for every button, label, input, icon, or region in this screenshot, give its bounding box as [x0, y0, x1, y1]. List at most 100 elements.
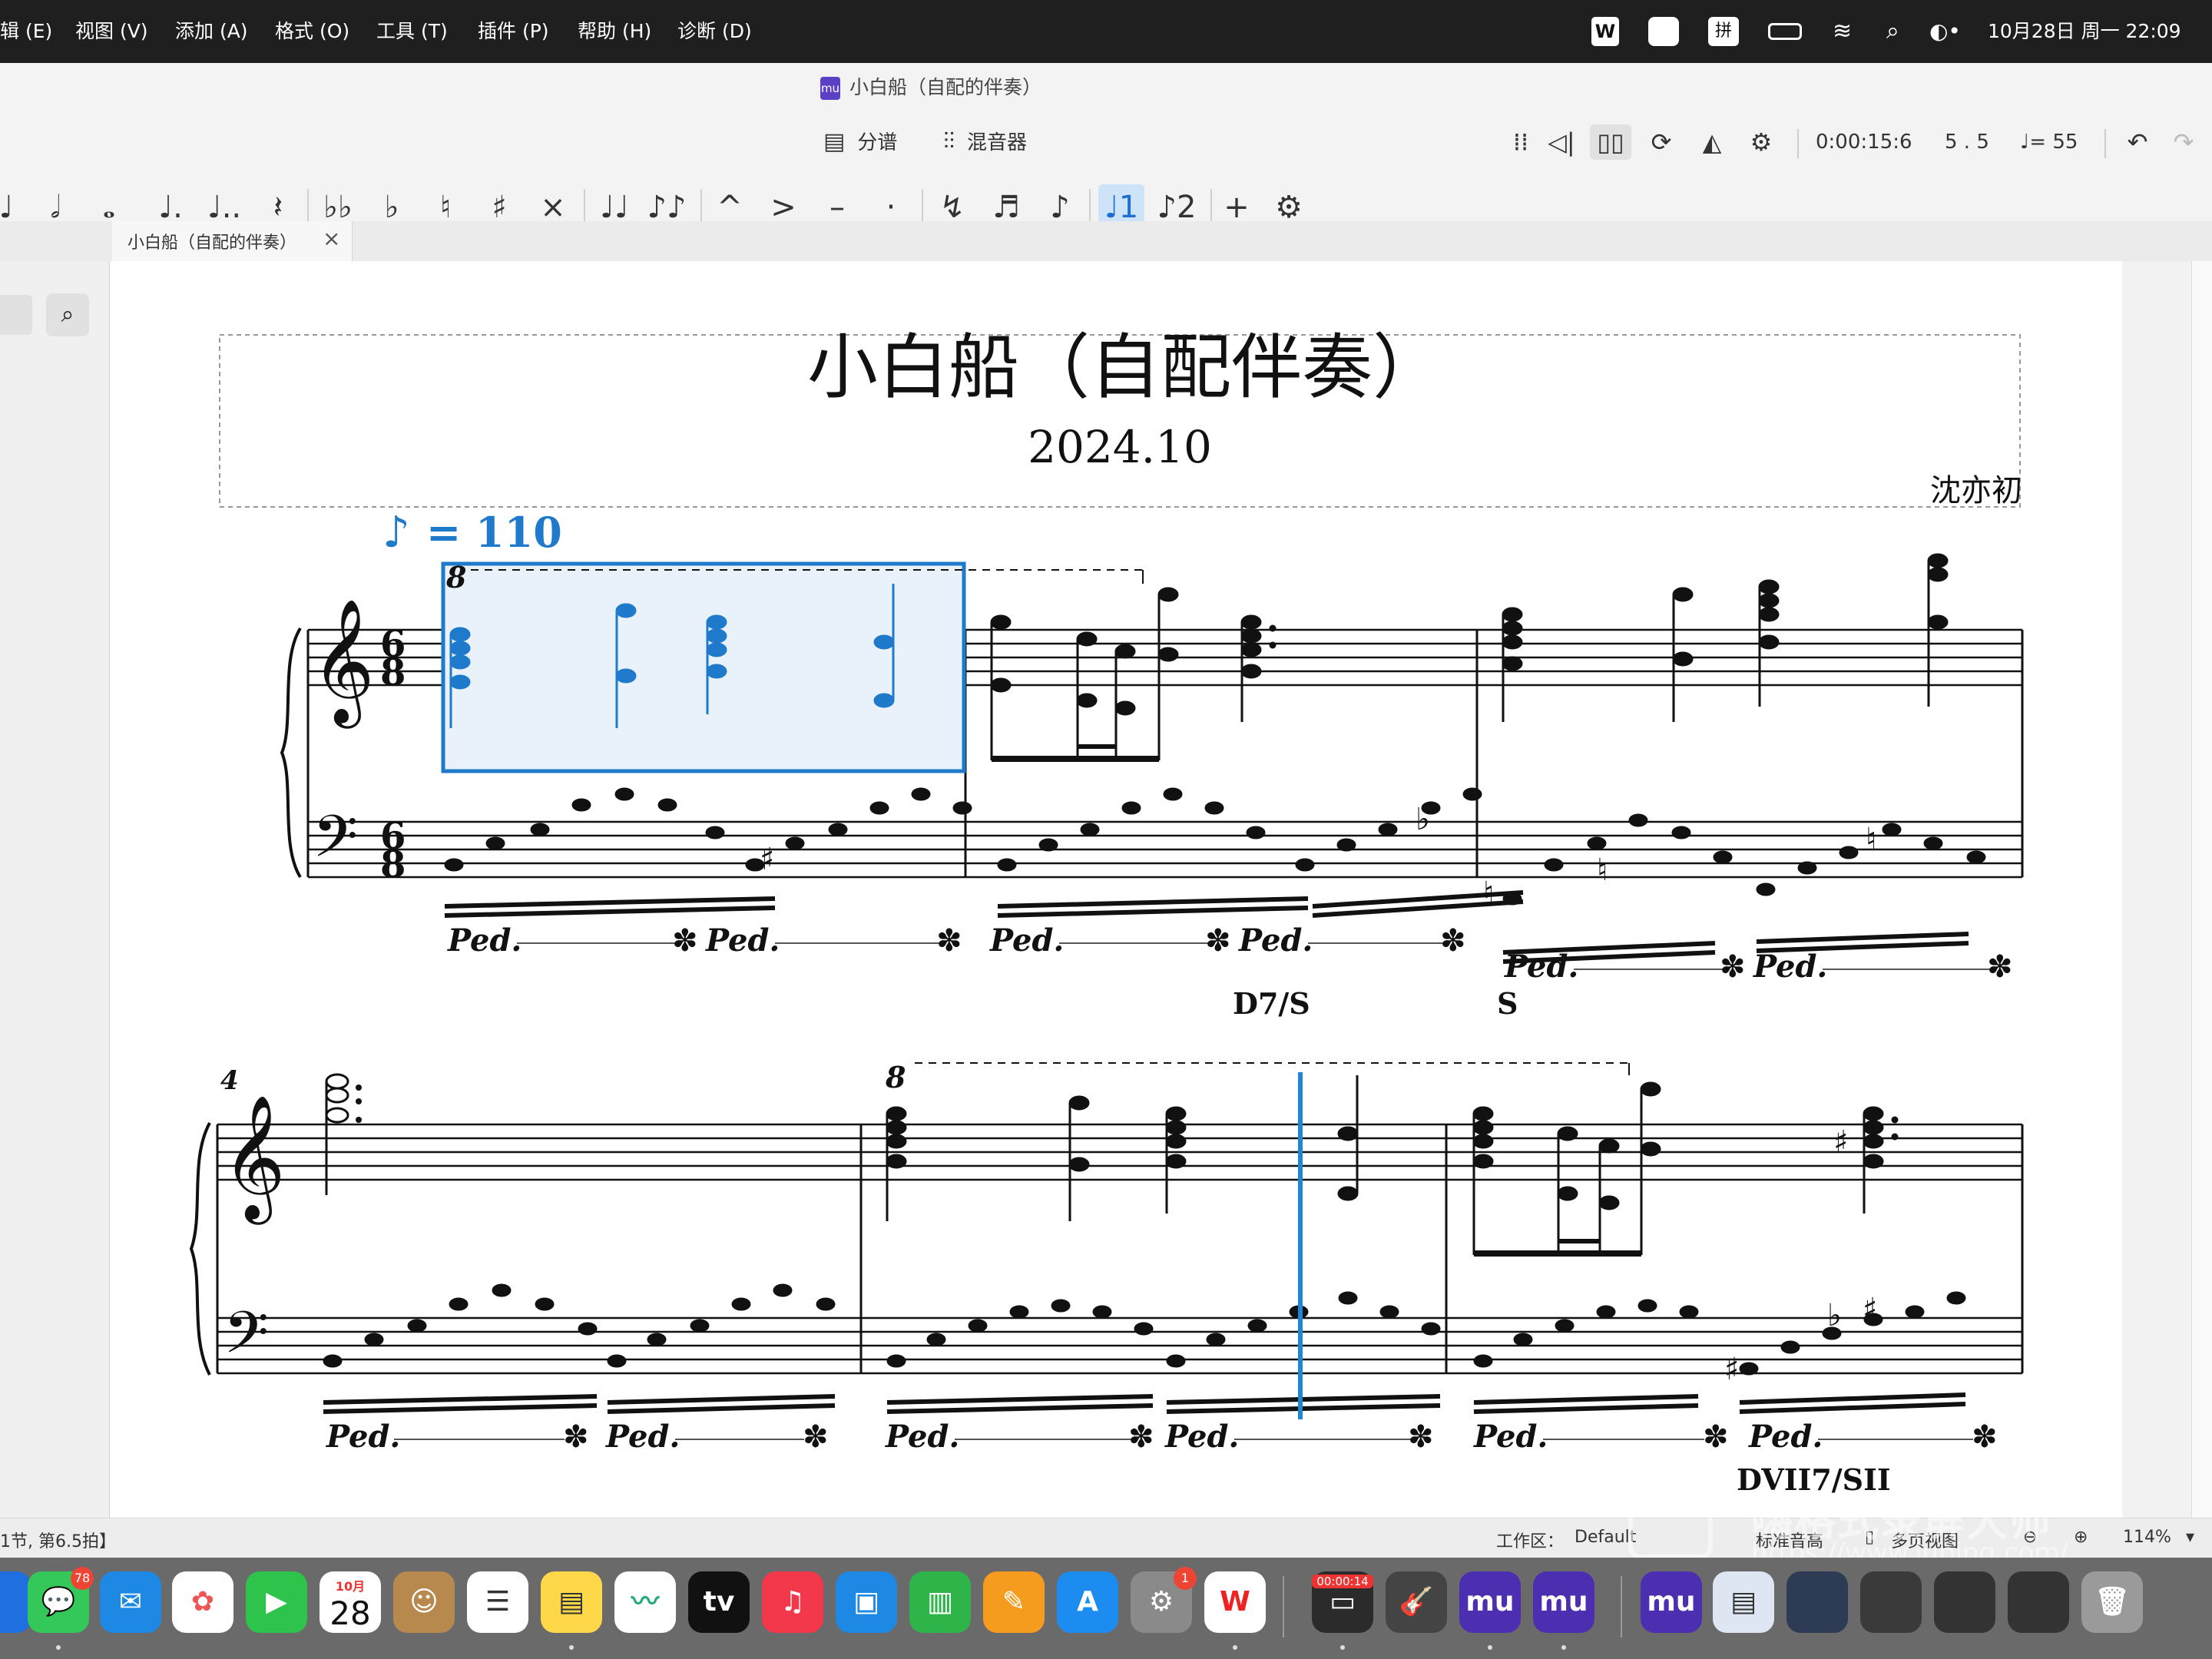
wps-status-icon[interactable]: W [1591, 17, 1619, 46]
battery-icon[interactable] [1768, 23, 1802, 40]
musescore-alt-icon[interactable]: mu [1533, 1571, 1594, 1633]
bass-arpeggios-2 [323, 1283, 1966, 1414]
calendar-icon[interactable]: 10月 28 [320, 1571, 381, 1633]
wps-office-icon[interactable]: W [1204, 1571, 1266, 1633]
pedal-release-icon: ✽ [1205, 923, 1231, 959]
dock-divider [1621, 1576, 1622, 1637]
redo-icon[interactable]: ↷ [2166, 124, 2201, 160]
calendar-month: 10月 [335, 1579, 366, 1594]
pedal-mark: Ped. [989, 922, 1064, 959]
search-icon[interactable]: ⌕ [46, 293, 89, 336]
pedal-release-icon: ✽ [1720, 949, 1746, 985]
flat-accidental: ♭ [1416, 802, 1430, 837]
score-tab-label: 小白船（自配的伴奏） [127, 233, 297, 253]
trash-icon[interactable]: 🗑 [2081, 1571, 2143, 1633]
camera-status-icon[interactable] [1648, 17, 1679, 46]
musescore-icon[interactable]: mu [1459, 1571, 1521, 1633]
menu-format[interactable]: 格式 (O) [275, 0, 349, 63]
running-indicator [569, 1645, 574, 1650]
pages-icon[interactable]: ✎ [983, 1571, 1045, 1633]
close-tab-icon[interactable]: × [323, 226, 340, 251]
menu-plugins[interactable]: 插件 (P) [478, 0, 549, 63]
music-icon[interactable]: ♫ [762, 1571, 823, 1633]
drag-handle-icon[interactable]: ⁞⁞ [1505, 124, 1536, 160]
palette-divider [1089, 189, 1091, 226]
mixer-button[interactable]: ⫶⫶ 混音器 [943, 123, 1027, 161]
score-notation[interactable]: 小白船（自配伴奏） 2024.10 沈亦初 ♪ = 110 𝄞 𝄢 6 8 6 … [110, 261, 2122, 1518]
palette-divider [922, 189, 923, 226]
flat-accidental: ♭ [1827, 1298, 1842, 1333]
control-center-icon[interactable]: ◐• [1929, 17, 1963, 46]
menu-edit[interactable]: 辑 (E) [0, 0, 52, 63]
pedal-mark: Ped. [1164, 1419, 1239, 1455]
menu-diagnostics[interactable]: 诊断 (D) [677, 0, 752, 63]
window-thumbnail-icon[interactable] [1934, 1571, 1995, 1633]
grand-staff-brace [280, 627, 302, 879]
finder-icon[interactable] [0, 1571, 31, 1633]
zoom-dropdown-chevron-icon[interactable]: ▾ [2186, 1528, 2194, 1547]
menubar-clock[interactable]: 10月28日 周一 22:09 [1988, 0, 2181, 63]
notes-icon[interactable]: ▤ [541, 1571, 602, 1633]
parts-button[interactable]: ▤ 分谱 [823, 123, 897, 161]
window-thumbnail-icon[interactable] [2008, 1571, 2069, 1633]
photos-icon[interactable]: ✿ [172, 1571, 233, 1633]
tempo-eighth-note-icon: ♪ [382, 508, 410, 558]
playback-tempo[interactable]: ♩= 55 [2020, 123, 2078, 161]
palette-divider [700, 189, 702, 226]
play-button[interactable]: ▯▯ [1590, 124, 1631, 160]
parts-label: 分谱 [857, 131, 898, 154]
apple-tv-icon[interactable]: tv [688, 1571, 750, 1633]
reminders-icon[interactable]: ☰ [467, 1571, 528, 1633]
treble-clef-icon: 𝄞 [222, 1094, 286, 1225]
numbers-icon[interactable]: ▥ [909, 1571, 971, 1633]
messages-icon[interactable]: 💬 78 [28, 1567, 94, 1633]
time-signature-bottom: 8 [380, 651, 406, 694]
pedal-mark: Ped. [447, 922, 522, 959]
natural-accidental: ♮ [1866, 822, 1876, 857]
app-store-icon[interactable]: A [1057, 1571, 1118, 1633]
menu-tools[interactable]: 工具 (T) [376, 0, 448, 63]
zoom-level[interactable]: 114% [2123, 1528, 2171, 1547]
score-view[interactable]: 小白船（自配伴奏） 2024.10 沈亦初 ♪ = 110 𝄞 𝄢 6 8 6 … [110, 261, 2191, 1518]
spotlight-search-icon[interactable]: ⌕ [1886, 17, 1909, 46]
palettes-panel: ⌕ [0, 261, 110, 1518]
rewind-button[interactable]: ◁| [1544, 124, 1579, 160]
menu-help[interactable]: 帮助 (H) [578, 0, 651, 63]
sharp-accidental: ♯ [1724, 1352, 1739, 1387]
window-thumbnail-icon[interactable] [1860, 1571, 1922, 1633]
pedal-release-icon: ✽ [1128, 1419, 1154, 1455]
playback-time: 0:00:15:6 [1816, 131, 1912, 154]
metronome-button[interactable]: ◭ [1694, 124, 1730, 160]
keynote-icon[interactable]: ▣ [836, 1571, 897, 1633]
contacts-icon[interactable]: ☺ [393, 1571, 455, 1633]
mail-icon[interactable]: ✉ [100, 1571, 161, 1633]
palette-search-field[interactable] [0, 295, 32, 335]
calendar-day: 28 [329, 1594, 371, 1632]
settings-badge: 1 [1174, 1567, 1197, 1590]
wifi-icon[interactable]: ≋ [1833, 17, 1863, 46]
facetime-icon[interactable]: ▶ [246, 1571, 307, 1633]
measure-number: 4 [220, 1065, 239, 1096]
vertical-scrollbar[interactable] [2191, 261, 2212, 1518]
undo-icon[interactable]: ↶ [2120, 124, 2155, 160]
score-title: 小白船（自配伴奏） [807, 326, 1443, 409]
input-method-icon[interactable]: 拼 [1708, 17, 1739, 46]
screen-recorder-icon[interactable]: 00:00:14 ▭ [1312, 1571, 1373, 1633]
menu-bar: 辑 (E) 视图 (V) 添加 (A) 格式 (O) 工具 (T) 插件 (P)… [0, 0, 2212, 63]
quarter-note-icon: ♩ [2020, 131, 2030, 154]
score-tab-strip: 小白船（自配的伴奏） × [0, 221, 2212, 261]
sharp-accidental: ♯ [760, 842, 774, 877]
pedal-mark: Ped. [885, 1419, 959, 1455]
garageband-icon[interactable]: 🎸 [1386, 1571, 1447, 1633]
score-tab[interactable]: 小白船（自配的伴奏） × [112, 221, 353, 261]
musescore-document-icon[interactable]: mu [1641, 1571, 1702, 1633]
window-title-bar: mu 小白船（自配的伴奏） [0, 63, 2212, 115]
menu-add[interactable]: 添加 (A) [175, 0, 248, 63]
menu-view[interactable]: 视图 (V) [75, 0, 148, 63]
window-thumbnail-icon[interactable] [1786, 1571, 1848, 1633]
freeform-icon[interactable]: 〰 [614, 1571, 676, 1633]
loop-playback-button[interactable]: ⟳ [1644, 124, 1679, 160]
system-settings-icon[interactable]: ⚙ 1 [1131, 1567, 1197, 1633]
playback-settings-gear-icon[interactable]: ⚙ [1743, 124, 1779, 160]
document-icon[interactable]: ▤ [1713, 1571, 1774, 1633]
